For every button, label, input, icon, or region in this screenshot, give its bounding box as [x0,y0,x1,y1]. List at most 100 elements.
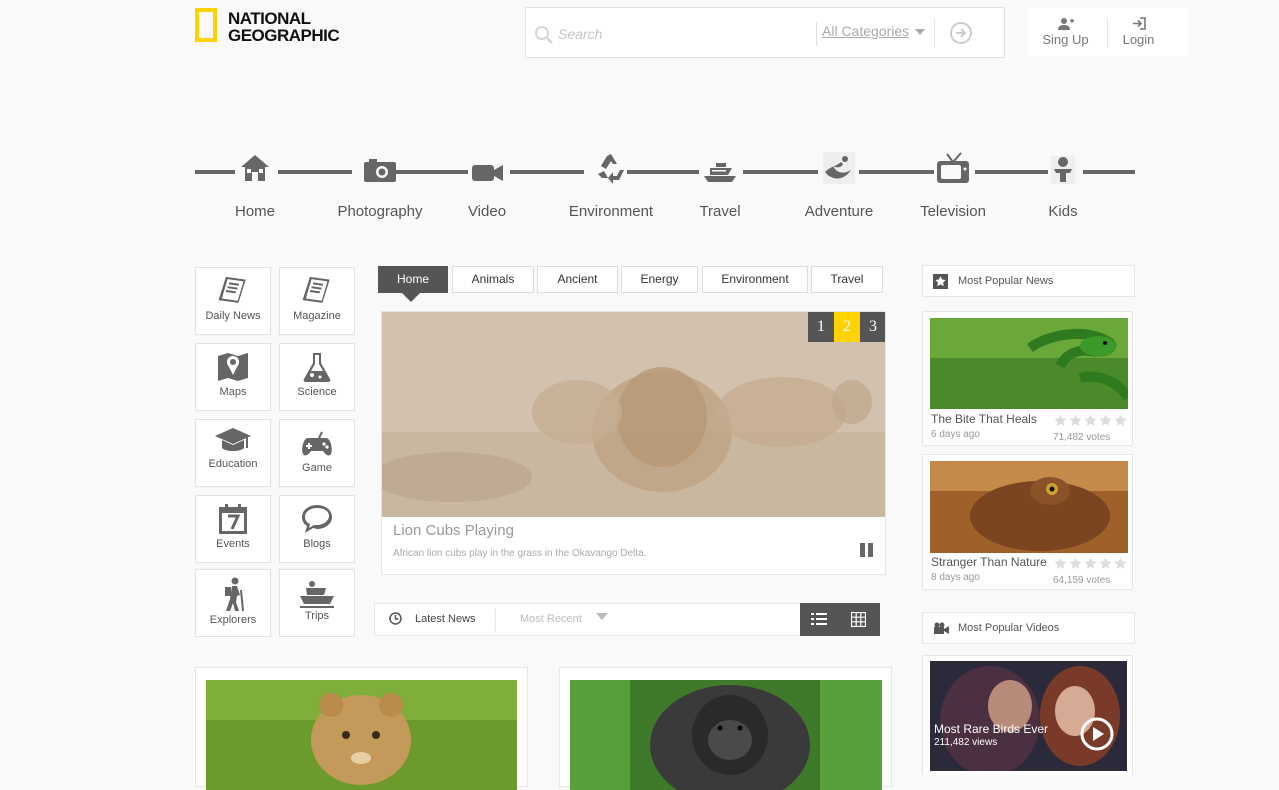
search-bar: All Categories [525,7,1005,58]
divider [934,18,935,48]
nav-item-travel[interactable]: Travel [690,150,750,220]
chevron-down-icon[interactable] [596,613,608,620]
rating-stars[interactable] [1054,557,1127,570]
arrow-right-circle-icon[interactable] [949,21,973,45]
list-view-icon[interactable] [811,612,827,626]
video-camera-icon [472,165,503,181]
star-icon[interactable] [1099,557,1112,570]
nav-label: Kids [1048,203,1078,220]
video-camera-icon [934,622,949,634]
tile-education[interactable]: Education [195,419,271,487]
nav-item-television[interactable]: Television [913,150,993,220]
star-icon[interactable] [1069,414,1082,427]
nav-item-kids[interactable]: Kids [1036,150,1090,220]
toad-photo [930,461,1128,553]
tile-trips[interactable]: Trips [279,569,355,637]
tile-events[interactable]: Events [195,495,271,563]
tile-label: Science [297,386,337,398]
slide-title[interactable]: Lion Cubs Playing [393,522,514,539]
tile-science[interactable]: Science [279,343,355,411]
search-input[interactable] [556,22,830,46]
pause-icon[interactable] [860,543,874,557]
house-icon [241,155,269,181]
slide-page-3[interactable]: 3 [860,312,885,342]
logo[interactable]: NATIONAL GEOGRAPHIC [228,10,340,45]
signup-button[interactable]: Sing Up [1028,8,1103,56]
tab-travel[interactable]: Travel [811,266,883,293]
graduation-cap-icon [215,428,251,451]
nav-item-home[interactable]: Home [215,150,295,220]
nav-item-environment[interactable]: Environment [561,150,661,220]
tab-home[interactable]: Home [378,266,448,293]
logo-line-2: GEOGRAPHIC [228,26,340,45]
tile-explorers[interactable]: Explorers [195,569,271,637]
grid-view-icon[interactable] [851,612,866,627]
tab-environment[interactable]: Environment [702,266,808,293]
nav-item-adventure[interactable]: Adventure [799,150,879,220]
logo-mark[interactable] [195,8,217,42]
nav-item-video[interactable]: Video [457,150,517,220]
rating-stars[interactable] [1054,414,1127,427]
tab-ancient[interactable]: Ancient [537,266,618,293]
magazine-icon [302,276,330,303]
popular-video-item[interactable]: Most Rare Birds Ever 211,482 views [922,655,1133,775]
divider [495,609,496,631]
login-button[interactable]: Login [1101,8,1176,56]
news-title[interactable]: Stranger Than Nature [931,555,1047,569]
star-icon[interactable] [1069,557,1082,570]
tile-daily-news[interactable]: Daily News [195,267,271,335]
latest-news-label[interactable]: Latest News [415,613,476,625]
camera-icon [364,159,396,182]
sign-in-icon [1132,17,1146,30]
snake-photo [930,318,1128,409]
news-card[interactable] [559,667,892,790]
tv-icon [937,152,969,183]
popular-news-item[interactable]: The Bite That Heals 6 days ago 71,482 vo… [922,311,1133,446]
nav-label: Photography [337,203,423,220]
category-select[interactable]: All Categories [822,23,909,39]
star-icon[interactable] [1099,414,1112,427]
news-card[interactable] [195,667,528,790]
star-icon[interactable] [1114,557,1127,570]
popular-news-item[interactable]: Stranger Than Nature 8 days ago 64,159 v… [922,454,1133,590]
tile-label: Trips [304,610,330,622]
map-icon [218,353,248,381]
signup-label: Sing Up [1042,32,1089,47]
slide-image[interactable]: 1 2 3 [382,312,885,517]
video-title[interactable]: Most Rare Birds Ever [934,722,1048,736]
star-icon[interactable] [1114,414,1127,427]
news-age: 6 days ago [931,429,980,440]
tile-label: Education [208,458,258,470]
nav-item-photography[interactable]: Photography [330,150,430,220]
tile-label: Game [302,462,332,474]
slide-page-1[interactable]: 1 [808,312,834,342]
tile-maps[interactable]: Maps [195,343,271,411]
star-icon[interactable] [1084,557,1097,570]
chevron-down-icon[interactable] [915,29,925,35]
lion-cub-photo [206,680,517,790]
sort-select[interactable]: Most Recent [520,613,582,625]
boat-icon [300,581,334,608]
tile-label: Magazine [293,310,341,322]
search-icon [535,26,553,44]
star-icon[interactable] [1054,414,1067,427]
tile-magazine[interactable]: Magazine [279,267,355,335]
news-title[interactable]: The Bite That Heals [931,412,1037,426]
tile-label: Explorers [209,614,257,626]
slide-page-2[interactable]: 2 [834,312,860,342]
vote-count: 64,159 votes [1053,575,1111,586]
gamepad-icon [302,431,332,456]
flask-icon [303,353,331,382]
tab-energy[interactable]: Energy [621,266,698,293]
tab-animals[interactable]: Animals [452,266,534,293]
nav-label: Adventure [804,203,874,220]
play-icon[interactable] [1080,717,1114,751]
star-icon[interactable] [1054,557,1067,570]
auth-panel: Sing Up Login [1028,8,1188,56]
calendar-icon [219,504,247,534]
tile-blogs[interactable]: Blogs [279,495,355,563]
tile-game[interactable]: Game [279,419,355,487]
tile-label: Maps [219,386,247,398]
star-icon[interactable] [1084,414,1097,427]
speech-bubble-icon [302,505,332,533]
